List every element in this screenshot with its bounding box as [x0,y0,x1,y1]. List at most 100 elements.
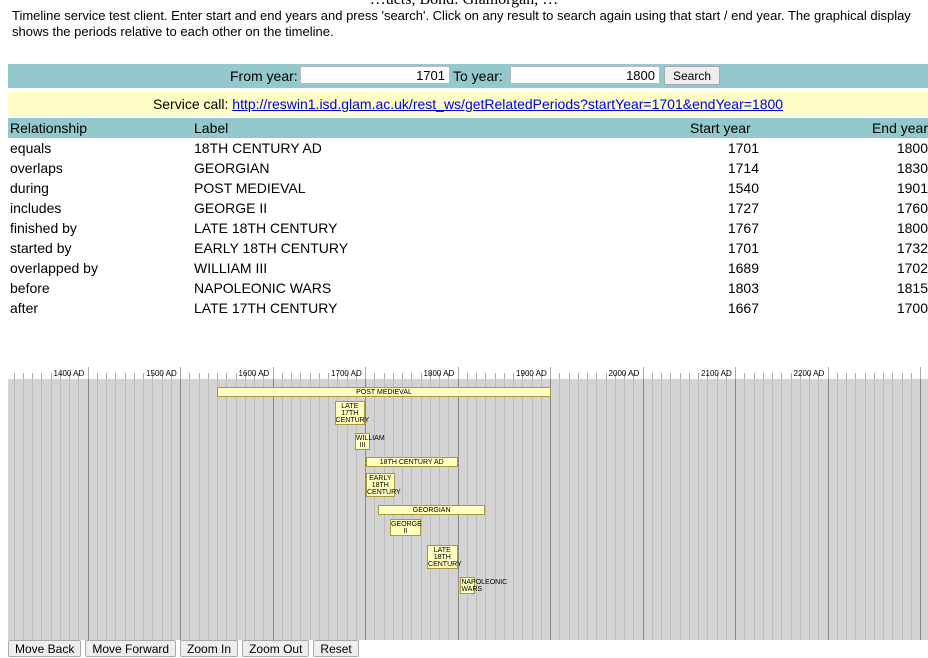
century-grid-line [642,379,644,640]
end-year-cell: 1732 [896,240,928,256]
decade-grid-line [217,379,219,640]
decade-grid-line [744,379,746,640]
decade-grid-line [494,379,496,640]
timeline-period-label: POST MEDIEVAL [356,389,412,396]
decade-grid-line [818,379,820,640]
start-year-cell: 1701 [727,140,759,156]
timeline-period-label: 18TH [433,554,451,561]
decade-grid-line [374,379,376,640]
table-row[interactable]: overlaps GEORGIAN 1714 1830 [8,158,928,178]
table-row[interactable]: finished by LATE 18TH CENTURY 1767 1800 [8,218,928,238]
service-call-link[interactable]: http://reswin1.isd.glam.ac.uk/rest_ws/ge… [232,96,783,112]
decade-grid-line [244,379,246,640]
table-row[interactable]: equals 18TH CENTURY AD 1701 1800 [8,138,928,158]
table-row[interactable]: overlapped by WILLIAM III 1689 1702 [8,258,928,278]
relationship-cell: finished by [10,220,77,236]
axis-tick [642,367,644,379]
label-cell: NAPOLEONIC WARS [194,280,332,296]
timeline-period[interactable]: EARLY 18TH CENTURY [365,473,401,497]
decade-grid-line [762,379,764,640]
decade-grid-line [596,379,598,640]
intro-text: Timeline service test client. Enter star… [12,8,911,39]
timeline-period-label: GEORGIAN [412,507,451,514]
decade-grid-line [189,379,191,640]
decade-grid-line [707,379,709,640]
decade-grid-line [577,379,579,640]
decade-grid-line [670,379,672,640]
decade-grid-line [328,379,330,640]
relationship-cell: overlapped by [10,260,98,276]
decade-grid-line [50,379,52,640]
timeline-period-label: WILLIAM [355,435,385,442]
tick-label: 1500 AD [146,369,177,378]
header-end-year: End year [871,120,928,136]
decade-grid-line [846,379,848,640]
search-button[interactable]: Search [664,66,720,85]
from-year-input[interactable] [300,66,450,84]
decade-grid-line [503,379,505,640]
decade-grid-line [781,379,783,640]
start-year-cell: 1714 [727,160,759,176]
timeline-period-label: II [403,528,408,535]
century-grid-line [272,379,274,640]
decade-grid-line [32,379,34,640]
reset-button[interactable]: Reset [313,640,359,657]
zoom-out-button[interactable]: Zoom Out [242,640,310,657]
relationship-cell: before [10,280,50,296]
decade-grid-line [161,379,163,640]
tick-label: 2000 AD [608,369,640,378]
decade-grid-line [106,379,108,640]
table-row[interactable]: after LATE 17TH CENTURY 1667 1700 [8,298,928,318]
decade-grid-line [799,379,801,640]
tick-label: 1900 AD [516,369,547,378]
decade-grid-line [679,379,681,640]
to-year-label: To year: [453,68,503,84]
timeline-period[interactable]: GEORGE II [390,519,422,536]
timeline-period[interactable]: LATE 17TH CENTURY [334,401,370,425]
decade-grid-line [207,379,209,640]
axis-tick [827,367,829,379]
relationship-cell: includes [10,200,62,216]
decade-grid-line [716,379,718,640]
decade-grid-line [69,379,71,640]
results-table-header: Relationship Label Start year End year [8,118,928,138]
to-year-input[interactable] [510,66,660,84]
label-cell: LATE 17TH CENTURY [194,300,338,316]
timeline-period[interactable]: LATE 18TH CENTURY [427,545,462,569]
start-year-cell: 1803 [727,280,759,296]
axis-tick [180,367,182,379]
table-row[interactable]: before NAPOLEONIC WARS 1803 1815 [8,278,928,298]
label-cell: EARLY 18TH CENTURY [194,240,349,256]
decade-grid-line [22,379,24,640]
decade-grid-line [725,379,727,640]
zoom-in-button[interactable]: Zoom In [180,640,239,657]
timeline-period[interactable]: POST MEDIEVAL [217,387,551,397]
table-row[interactable]: started by EARLY 18TH CENTURY 1701 1732 [8,238,928,258]
header-label: Label [194,120,229,136]
decade-grid-line [587,379,589,640]
decade-grid-line [152,379,154,640]
decade-grid-line [41,379,43,640]
move-back-button[interactable]: Move Back [8,640,82,657]
century-grid-line [920,379,922,640]
table-row[interactable]: includes GEORGE II 1727 1760 [8,198,928,218]
table-row[interactable]: during POST MEDIEVAL 1540 1901 [8,178,928,198]
decade-grid-line [873,379,875,640]
start-year-cell: 1540 [727,180,759,196]
decade-grid-line [892,379,894,640]
timeline-period[interactable]: NAPOLEONIC WARS [460,577,507,594]
timeline-display[interactable]: 1400 AD 1500 AD 1600 AD 1700 AD 1800 AD 1900 … [8,365,928,640]
timeline-period[interactable]: WILLIAM III [354,433,385,450]
timeline-period-label: CENTURY [335,417,370,424]
header-relationship: Relationship [10,120,88,136]
timeline-period-label: LATE [433,547,451,554]
timeline-period[interactable]: 18TH CENTURY AD [365,457,458,467]
relationship-cell: after [10,300,39,316]
century-grid-line [180,379,182,640]
decade-grid-line [633,379,635,640]
end-year-cell: 1901 [896,180,928,196]
move-forward-button[interactable]: Move Forward [85,640,177,657]
timeline-period[interactable]: GEORGIAN [378,505,486,515]
decade-grid-line [291,379,293,640]
decade-grid-line [614,379,616,640]
